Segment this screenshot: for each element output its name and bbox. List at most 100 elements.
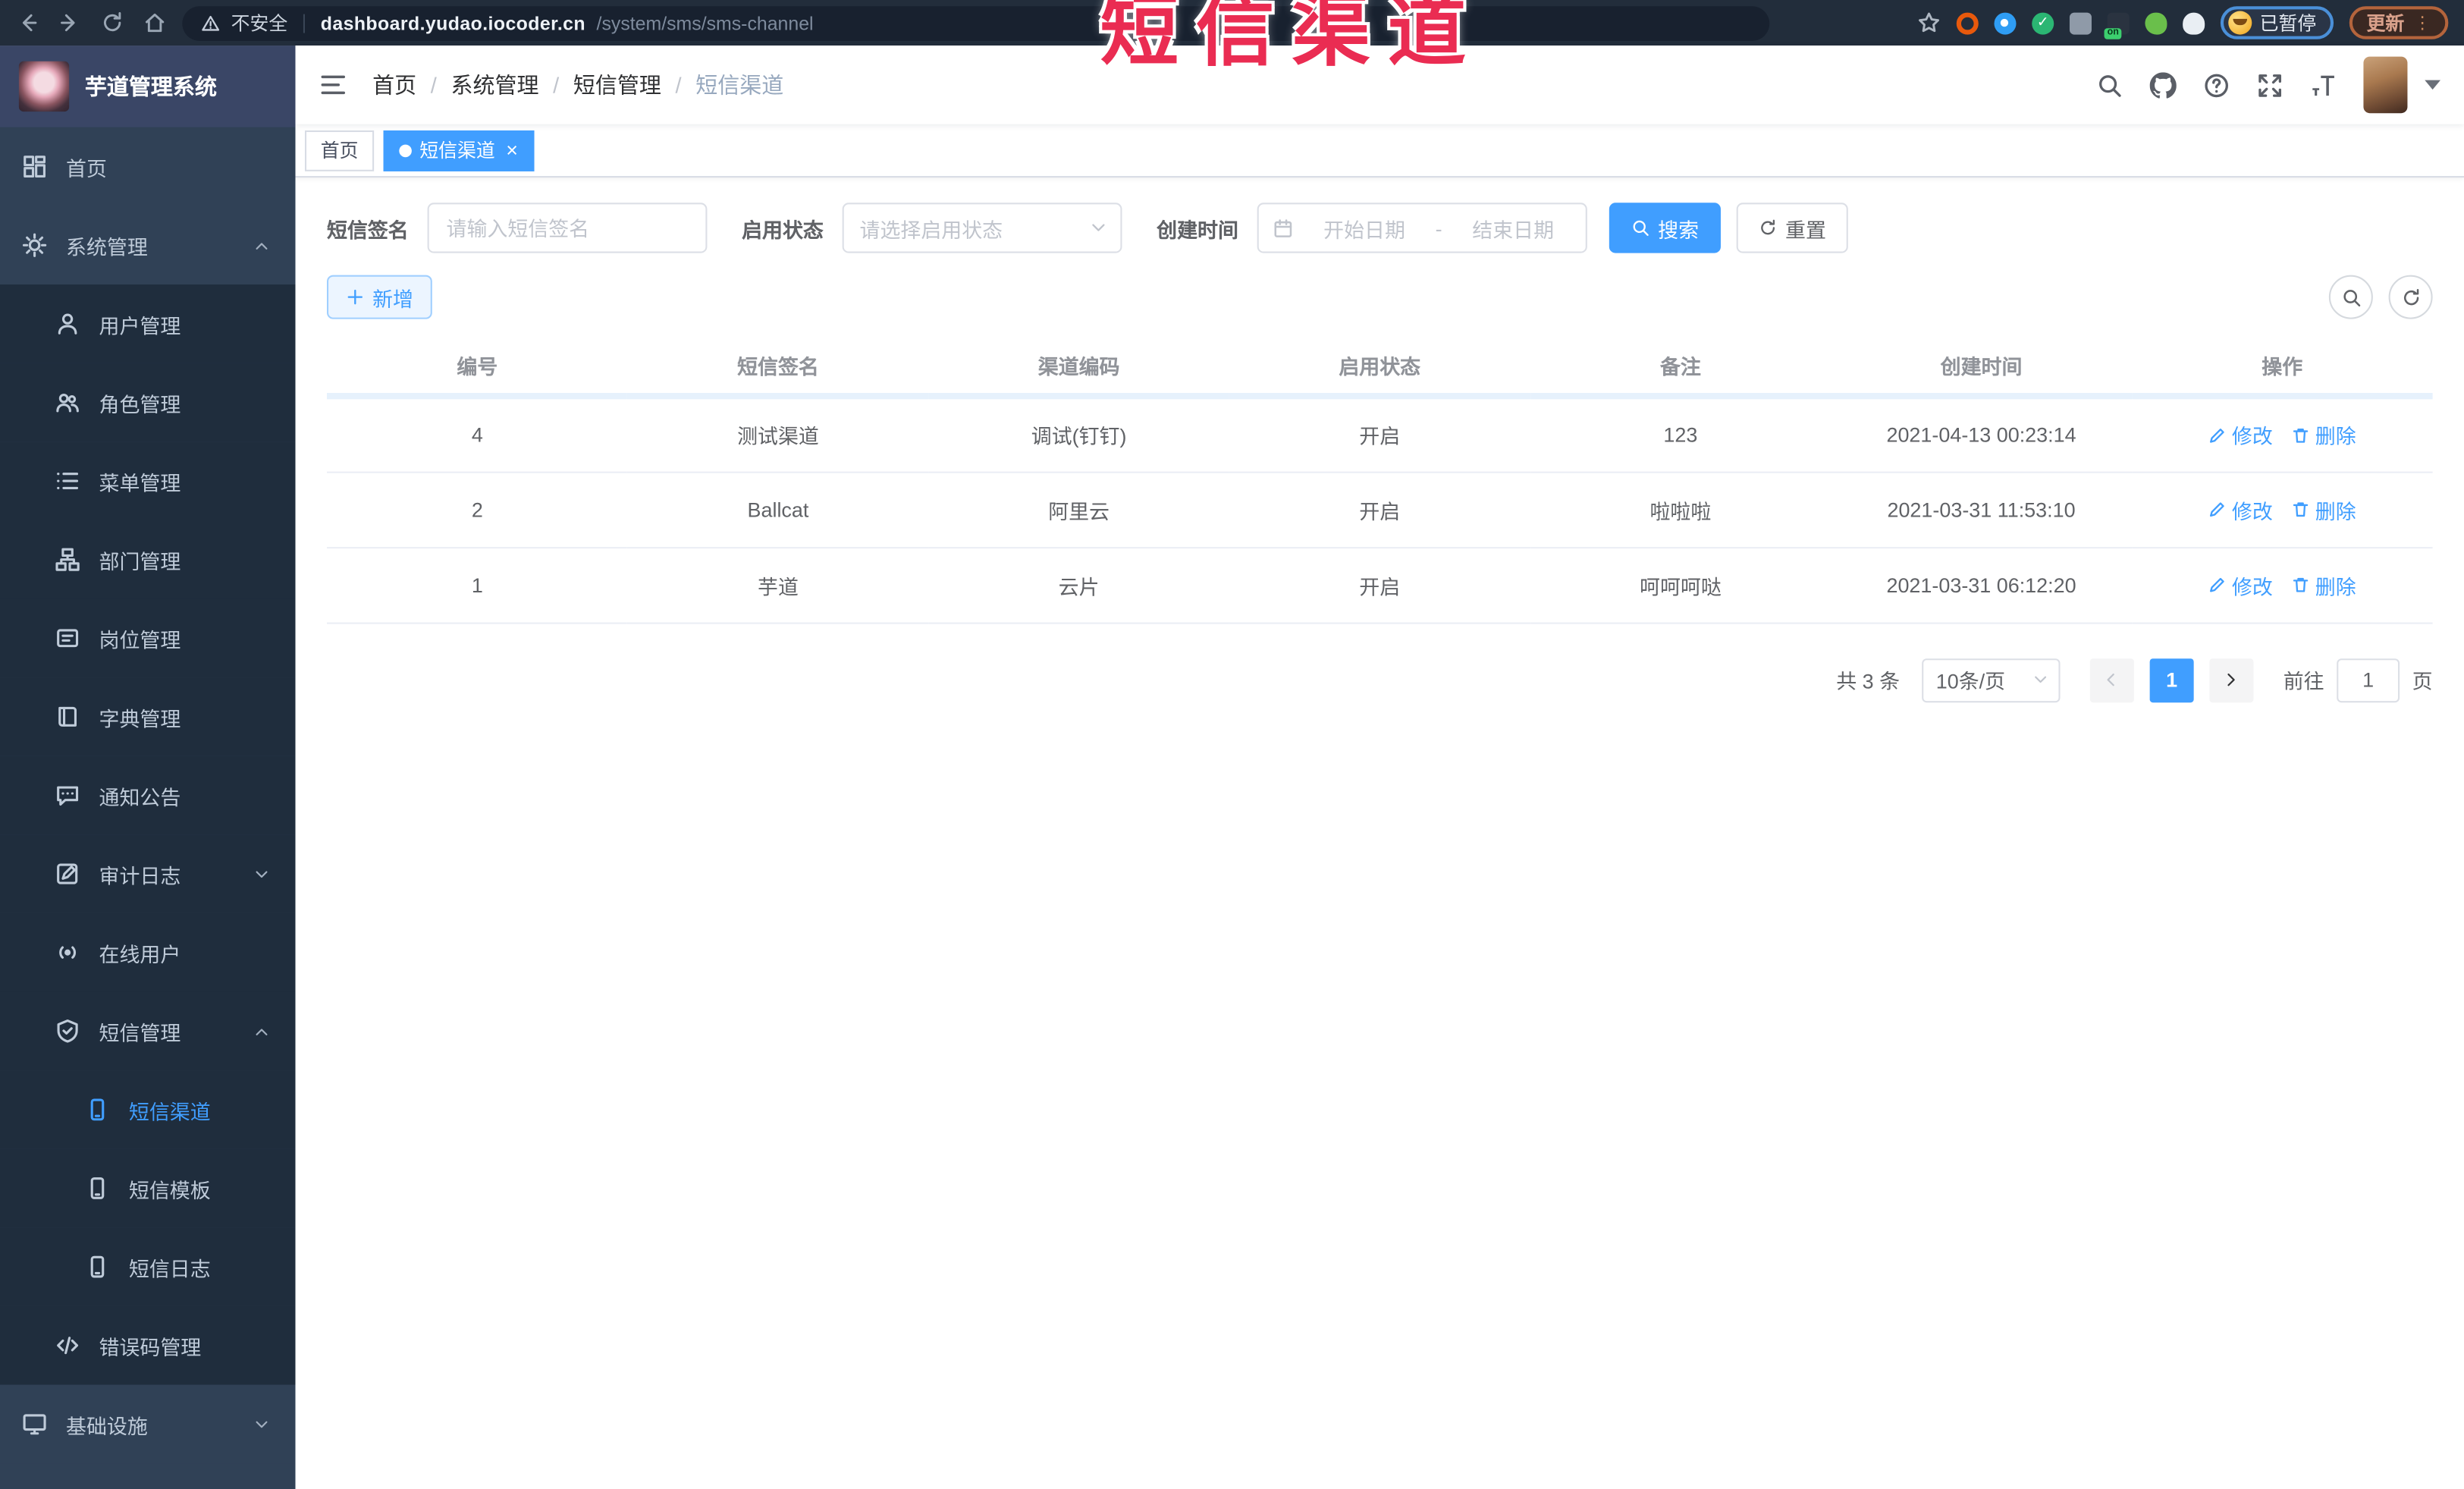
font-size-icon[interactable] xyxy=(2310,71,2337,98)
sidebar-item-短信日志[interactable]: 短信日志 xyxy=(0,1227,296,1306)
main-content: 首页/系统管理/短信管理/短信渠道 首页短信渠道× 短信签名 启 xyxy=(295,46,2464,1489)
goto-label: 前往 xyxy=(2283,669,2324,693)
sidebar-item-系统管理[interactable]: 系统管理 xyxy=(0,206,296,285)
breadcrumb: 首页 / 系统管理 / 短信管理 / 短信渠道 xyxy=(372,69,783,100)
help-icon[interactable] xyxy=(2203,71,2230,98)
breadcrumb-item[interactable]: 短信管理 xyxy=(573,69,661,100)
update-button[interactable]: 更新 ⋮ xyxy=(2349,6,2449,39)
bookmark-star-icon[interactable] xyxy=(1917,11,1941,35)
page-number-1[interactable]: 1 xyxy=(2149,658,2194,702)
security-label[interactable]: 不安全 xyxy=(231,9,288,36)
home-icon[interactable] xyxy=(143,11,167,35)
forward-icon[interactable] xyxy=(58,11,82,35)
chevron-down-icon[interactable] xyxy=(2425,80,2440,90)
navbar-actions xyxy=(2096,56,2440,114)
search-button[interactable]: 搜索 xyxy=(1609,203,1722,253)
reload-icon[interactable] xyxy=(101,11,124,35)
edit-link[interactable]: 修改 xyxy=(2208,420,2273,450)
breadcrumb-item[interactable]: 首页 xyxy=(372,69,416,100)
extension-orange-ring-icon[interactable] xyxy=(1956,11,1979,34)
tab-短信渠道[interactable]: 短信渠道 × xyxy=(383,129,534,171)
sidebar-item-审计日志[interactable]: 审计日志 xyxy=(0,834,296,913)
column-header: 渠道编码 xyxy=(928,338,1229,400)
sidebar-item-通知公告[interactable]: 通知公告 xyxy=(0,755,296,835)
edit-link[interactable]: 修改 xyxy=(2208,570,2273,599)
sidebar-item-部门管理[interactable]: 部门管理 xyxy=(0,520,296,599)
extension-recorder-icon[interactable] xyxy=(2104,11,2130,39)
page-size-select[interactable]: 10条/页 xyxy=(1922,658,2061,702)
sidebar: 芋道管理系统 首页系统管理用户管理 角色管理 菜单管理 部门管理岗位管理字典管理 通知公… xyxy=(0,46,296,1489)
sign-input[interactable] xyxy=(427,203,708,253)
sidebar-item-首页[interactable]: 首页 xyxy=(0,127,296,206)
table-row: 1 芋道 云片 开启 呵呵呵哒 2021-03-31 06:12:20 修改 删除 xyxy=(326,547,2433,624)
extension-tabs-icon[interactable] xyxy=(2069,11,2092,34)
search-icon[interactable] xyxy=(2096,71,2123,98)
address-bar[interactable]: 不安全 dashboard.yudao.iocoder.cn/system/sm… xyxy=(182,5,1770,40)
profile-chip[interactable]: 已暂停 xyxy=(2220,6,2334,39)
sidebar-item-字典管理[interactable]: 字典管理 xyxy=(0,677,296,756)
prev-page-button[interactable] xyxy=(2089,658,2134,702)
back-icon[interactable] xyxy=(16,11,39,35)
sidebar-item-短信渠道[interactable]: 短信渠道 xyxy=(0,1070,296,1149)
table-cell: 123 xyxy=(1530,396,1832,473)
goto-page-input[interactable] xyxy=(2337,658,2400,702)
sidebar-item-用户管理[interactable]: 用户管理 xyxy=(0,284,296,363)
github-icon[interactable] xyxy=(2149,71,2177,98)
fullscreen-icon[interactable] xyxy=(2257,71,2284,98)
table-cell: 开启 xyxy=(1229,471,1530,548)
reset-button[interactable]: 重置 xyxy=(1736,203,1848,253)
hamburger-icon[interactable] xyxy=(319,71,347,99)
sidebar-item-label: 短信日志 xyxy=(128,1256,211,1280)
refresh-table-button[interactable] xyxy=(2388,275,2433,319)
app-logo[interactable]: 芋道管理系统 xyxy=(0,46,296,127)
table-cell: Ballcat xyxy=(627,471,929,548)
add-button[interactable]: 新增 xyxy=(326,275,432,319)
edit-link[interactable]: 修改 xyxy=(2208,495,2273,524)
sidebar-menu: 首页系统管理用户管理 角色管理 菜单管理 部门管理岗位管理字典管理 通知公告 审计日志 在线… xyxy=(0,127,296,1489)
table-cell: 4 xyxy=(326,396,628,473)
close-icon[interactable]: × xyxy=(506,140,518,160)
avatar[interactable] xyxy=(2363,56,2408,114)
extension-ghost-icon[interactable] xyxy=(2183,11,2205,34)
logo-image xyxy=(18,61,70,112)
breadcrumb-item[interactable]: 系统管理 xyxy=(450,69,538,100)
sidebar-item-短信管理[interactable]: 短信管理 xyxy=(0,991,296,1071)
list-icon xyxy=(55,468,80,493)
delete-link[interactable]: 删除 xyxy=(2292,420,2356,450)
sidebar-item-菜单管理[interactable]: 菜单管理 xyxy=(0,441,296,520)
pagination: 共 3 条 10条/页 1 前往 页 xyxy=(327,658,2433,702)
toggle-search-button[interactable] xyxy=(2328,275,2373,319)
table-cell: 开启 xyxy=(1229,547,1530,624)
delete-link[interactable]: 删除 xyxy=(2292,570,2356,599)
book-icon xyxy=(55,704,80,729)
sidebar-item-岗位管理[interactable]: 岗位管理 xyxy=(0,598,296,678)
column-header: 操作 xyxy=(2131,338,2433,400)
phone-icon xyxy=(85,1176,110,1201)
sidebar-item-在线用户[interactable]: 在线用户 xyxy=(0,913,296,992)
tab-首页[interactable]: 首页 xyxy=(304,129,375,171)
status-select[interactable]: 请选择启用状态 xyxy=(842,203,1122,253)
shieldmsg-icon xyxy=(55,1019,80,1044)
sidebar-item-短信模板[interactable]: 短信模板 xyxy=(0,1148,296,1228)
sidebar-item-label: 首页 xyxy=(66,156,107,181)
sidebar-item-错误码管理[interactable]: 错误码管理 xyxy=(0,1305,296,1385)
browser-menu-icon[interactable]: ⋮ xyxy=(2414,13,2431,33)
chevron-down-icon xyxy=(1089,218,1108,237)
table-cell: 2 xyxy=(326,471,628,548)
sidebar-item-label: 岗位管理 xyxy=(99,627,181,652)
sidebar-item-label: 系统管理 xyxy=(66,234,148,259)
next-page-button[interactable] xyxy=(2209,658,2254,702)
delete-link[interactable]: 删除 xyxy=(2292,495,2356,524)
extension-sprout-icon[interactable] xyxy=(2145,11,2167,34)
extension-green-check-icon[interactable]: ✓ xyxy=(2032,11,2054,34)
page-unit: 页 xyxy=(2412,669,2433,693)
date-range-picker[interactable]: 开始日期 - 结束日期 xyxy=(1257,203,1587,253)
breadcrumb-item: 短信渠道 xyxy=(695,72,784,98)
table-cell: 呵呵呵哒 xyxy=(1530,547,1832,624)
sidebar-item-角色管理[interactable]: 角色管理 xyxy=(0,363,296,442)
end-date-placeholder: 结束日期 xyxy=(1472,217,1555,242)
table-cell: 调试(钉钉) xyxy=(928,396,1229,473)
active-dot-icon xyxy=(399,143,412,157)
sidebar-item-基础设施[interactable]: 基础设施 xyxy=(0,1384,296,1464)
extension-blue-pin-icon[interactable] xyxy=(1994,11,2017,34)
